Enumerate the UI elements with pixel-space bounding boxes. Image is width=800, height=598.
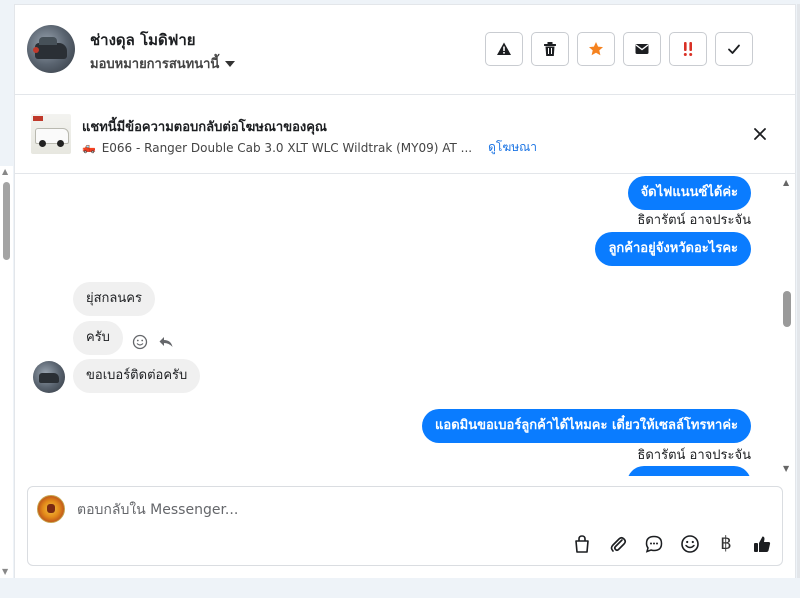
ad-name: E066 - Ranger Double Cab 3.0 XLT WLC Wil… [101,140,473,155]
header-actions [485,32,753,66]
thumbs-up-icon [754,536,771,552]
shop-bag-button[interactable] [571,533,593,555]
star-button[interactable] [577,32,615,66]
message-outgoing-partial[interactable] [627,466,751,476]
close-banner-button[interactable] [751,125,769,143]
message-hover-actions [132,334,174,350]
caret-down-icon [225,61,236,67]
envelope-icon [635,44,649,54]
emoji-button[interactable] [679,533,701,555]
baht-icon: ฿ [720,533,732,554]
scroll-up-arrow-icon[interactable]: ▲ [2,168,8,176]
trash-icon [544,42,556,56]
contact-avatar[interactable] [27,25,75,73]
contact-avatar-small[interactable] [33,361,65,393]
saved-replies-button[interactable] [643,533,665,555]
emoji-icon [681,535,699,553]
star-icon [589,42,603,56]
payment-button[interactable]: ฿ [715,533,737,555]
pickup-truck-icon: 🛻 [82,141,96,154]
ad-reply-banner: แชทนี้มีข้อความตอบกลับต่อโฆษณาของคุณ 🛻 E… [15,95,795,174]
message-thread: จัดไฟแนนซ์ได้ค่ะ ธิดารัตน์ อาจประจัน ลูก… [15,174,795,476]
outer-scrollbar[interactable]: ▲ ▼ [0,166,13,578]
thread-scrollbar-thumb[interactable] [783,291,791,327]
scroll-down-arrow-icon[interactable]: ▼ [2,568,8,576]
attach-button[interactable] [607,533,629,555]
chat-bubble-icon [645,535,663,553]
mark-done-button[interactable] [715,32,753,66]
message-incoming[interactable]: ขอเบอร์ติดต่อครับ [73,359,201,393]
composer-tools: ฿ [571,533,773,555]
message-incoming[interactable]: ครับ [73,321,123,355]
view-ad-link[interactable]: ดูโฆษณา [488,138,537,157]
double-exclamation-icon [683,42,693,56]
thread-scroll-down-icon[interactable]: ▼ [783,465,789,473]
message-incoming[interactable]: ยุ่สกลนคร [73,282,155,316]
ad-banner-title: แชทนี้มีข้อความตอบกลับต่อโฆษณาของคุณ [82,120,327,135]
conversation-panel: ช่างดุล โมดิฟาย มอบหมายการสนทนานี้ แชทนี… [14,4,796,578]
conversation-header: ช่างดุล โมดิฟาย มอบหมายการสนทนานี้ [15,5,795,95]
ad-banner-subtitle: 🛻 E066 - Ranger Double Cab 3.0 XLT WLC W… [82,138,537,157]
ad-thumbnail[interactable] [31,114,71,154]
thread-scroll-up-icon[interactable]: ▲ [783,179,789,187]
mark-unread-button[interactable] [623,32,661,66]
close-icon [754,128,766,140]
delete-button[interactable] [531,32,569,66]
reply-arrow-icon[interactable] [158,334,174,350]
checkmark-icon [728,44,740,54]
like-button[interactable] [751,533,773,555]
assign-label: มอบหมายการสนทนานี้ [90,57,220,72]
message-sender-label: ธิดารัตน์ อาจประจัน [637,448,751,463]
contact-name[interactable]: ช่างดุล โมดิฟาย [90,28,196,52]
message-outgoing[interactable]: จัดไฟแนนซ์ได้ค่ะ [627,176,751,210]
report-spam-button[interactable] [485,32,523,66]
assign-conversation-dropdown[interactable]: มอบหมายการสนทนานี้ [90,53,236,74]
page-avatar [37,495,65,523]
message-outgoing[interactable]: ลูกค้าอยู่จังหวัดอะไรคะ [595,232,751,266]
shopping-bag-icon [575,535,589,553]
thread-scrollbar[interactable]: ▲ ▼ [780,179,794,475]
important-button[interactable] [669,32,707,66]
reply-input[interactable] [75,497,759,523]
paperclip-icon [610,536,627,552]
message-outgoing[interactable]: แอดมินขอเบอร์ลูกค้าได้ไหมคะ เดี๋ยวให้เซล… [422,409,751,443]
warning-icon [497,42,511,55]
react-smiley-icon[interactable] [132,334,148,350]
message-sender-label: ธิดารัตน์ อาจประจัน [637,213,751,228]
outer-scrollbar-thumb[interactable] [3,182,10,260]
reply-composer: ฿ [27,486,783,566]
